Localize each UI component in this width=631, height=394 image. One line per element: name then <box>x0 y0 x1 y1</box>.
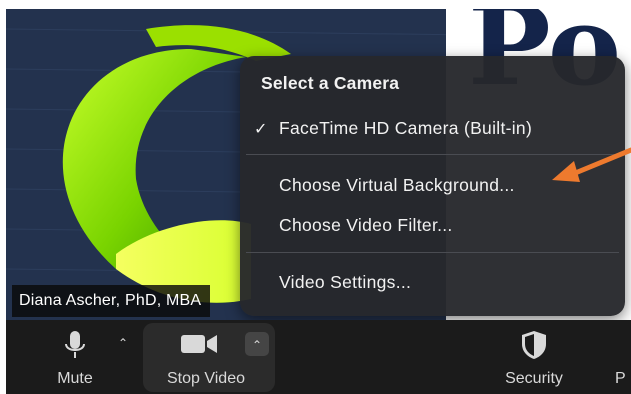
camera-option-facetime[interactable]: FaceTime HD Camera (Built-in) <box>279 118 532 139</box>
menu-header: Select a Camera <box>261 73 400 93</box>
choose-virtual-background-item[interactable]: Choose Virtual Background... <box>279 175 515 196</box>
checkmark-icon: ✓ <box>254 121 268 138</box>
stop-video-button[interactable]: Stop Video <box>156 320 256 394</box>
choose-video-filter-item[interactable]: Choose Video Filter... <box>279 215 453 236</box>
shield-icon <box>522 331 546 359</box>
meeting-toolbar: Mute ⌃ Stop Video ⌃ Security P <box>6 320 631 394</box>
security-button[interactable]: Security <box>498 320 570 394</box>
participant-name-label: Diana Ascher, PhD, MBA <box>12 285 211 317</box>
mute-button[interactable]: Mute <box>46 320 104 394</box>
annotation-arrow-icon <box>552 147 631 182</box>
stop-video-label: Stop Video <box>167 370 245 387</box>
video-camera-icon <box>181 335 217 353</box>
participants-label-partial: P <box>615 370 626 387</box>
audio-options-caret-icon[interactable]: ⌃ <box>115 336 131 350</box>
security-label: Security <box>505 370 563 387</box>
microphone-icon <box>65 331 85 358</box>
video-settings-item[interactable]: Video Settings... <box>279 272 411 293</box>
video-options-caret-icon[interactable]: ⌃ <box>245 332 269 356</box>
participants-button-partial[interactable]: P <box>615 320 631 394</box>
mute-label: Mute <box>57 370 93 387</box>
menu-divider <box>246 252 619 253</box>
